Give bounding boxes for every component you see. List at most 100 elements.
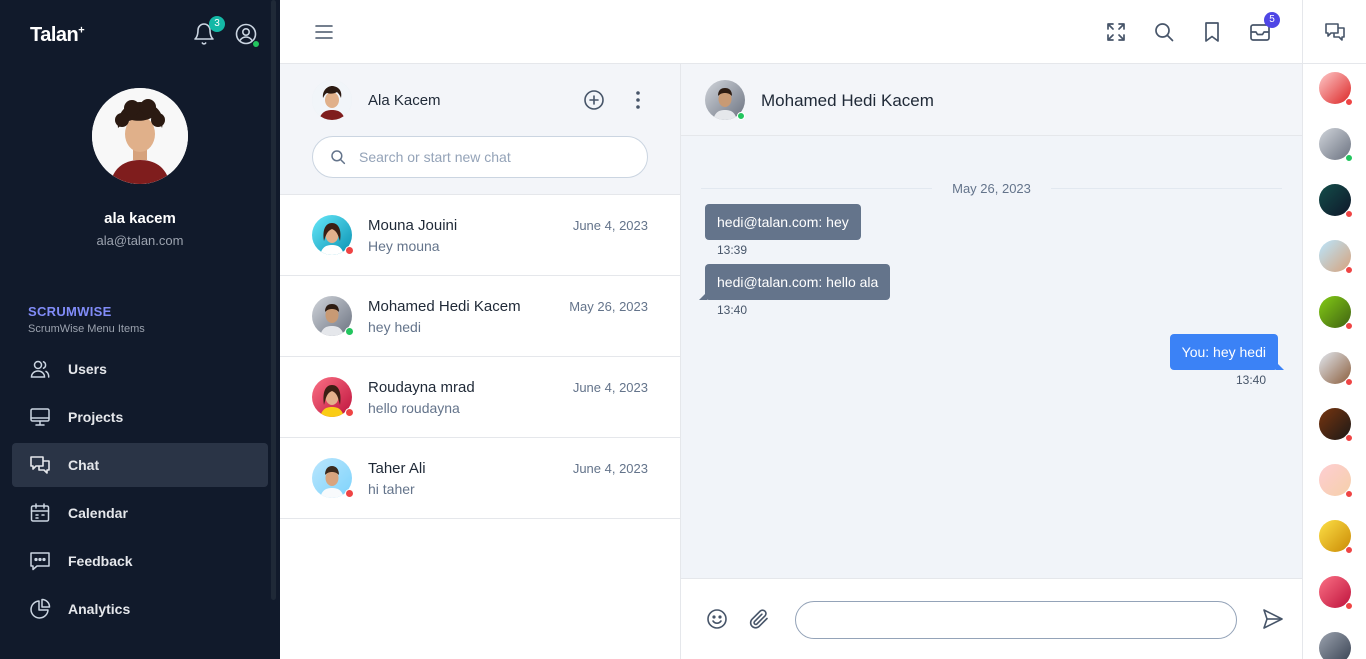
sidebar-item-label: Analytics <box>68 601 131 617</box>
profile-avatar[interactable] <box>92 88 188 184</box>
message-composer <box>681 578 1302 659</box>
menu-icon[interactable] <box>312 20 336 44</box>
conversation-last-message: hey hedi <box>368 319 421 335</box>
bookmark-icon[interactable] <box>1200 20 1224 44</box>
conversation-name: Roudayna mrad <box>368 379 475 396</box>
chat-list-panel: Ala Kacem Mouna Jouini June 4, 2023 Hey … <box>280 64 681 659</box>
online-status-dot <box>252 40 260 48</box>
sidebar-item-label: Feedback <box>68 553 133 569</box>
profile-email: ala@talan.com <box>96 233 184 248</box>
my-photo <box>312 80 352 120</box>
offline-status-dot <box>1345 602 1353 610</box>
chat-icon[interactable] <box>1323 20 1347 44</box>
send-icon[interactable] <box>1261 607 1285 631</box>
rail-contact-avatar[interactable] <box>1319 632 1351 659</box>
rail-contact-avatar[interactable] <box>1319 72 1353 106</box>
incoming-message: hedi@talan.com: hey <box>705 204 861 240</box>
rail-contact-avatar[interactable] <box>1319 240 1353 274</box>
conversation-date: June 4, 2023 <box>572 461 648 476</box>
conversation-date: June 4, 2023 <box>572 380 648 395</box>
message-input[interactable] <box>795 601 1237 639</box>
offline-status-dot <box>1345 98 1353 106</box>
sidebar-item-label: Calendar <box>68 505 128 521</box>
contacts-rail <box>1302 0 1366 659</box>
menu-section-subtitle: ScrumWise Menu Items <box>28 323 145 335</box>
offline-status-dot <box>345 408 354 417</box>
sidebar-item-chat[interactable]: Chat <box>12 443 268 487</box>
conversation-item-mohamed-hedi[interactable]: Mohamed Hedi Kacem May 26, 2023 hey hedi <box>280 276 680 357</box>
conversation-last-message: hi taher <box>368 481 415 497</box>
my-avatar[interactable] <box>312 80 352 120</box>
search-icon[interactable] <box>1152 20 1176 44</box>
sidebar-item-feedback[interactable]: Feedback <box>12 539 268 583</box>
rail-contact-avatar[interactable] <box>1319 576 1353 610</box>
menu-section-title: SCRUMWISE <box>28 304 112 319</box>
rail-contact-avatar[interactable] <box>1319 520 1353 554</box>
fullscreen-icon[interactable] <box>1104 20 1128 44</box>
sidebar-scrollbar[interactable] <box>271 0 276 600</box>
rail-contact-avatar[interactable] <box>1319 352 1353 386</box>
search-icon <box>331 150 346 165</box>
contact-avatar[interactable] <box>705 80 745 120</box>
sidebar-item-projects[interactable]: Projects <box>12 395 268 439</box>
chat-icon <box>30 456 50 474</box>
sidebar-item-label: Users <box>68 361 107 377</box>
mail-count-badge: 5 <box>1264 12 1280 28</box>
users-icon <box>30 360 50 378</box>
profile-photo <box>92 88 188 184</box>
account-button[interactable] <box>234 22 260 48</box>
offline-status-dot <box>1345 434 1353 442</box>
feedback-icon <box>30 552 50 571</box>
conversation-panel: Mohamed Hedi Kacem May 26, 2023 hedi@tal… <box>681 64 1302 659</box>
profile-name: ala kacem <box>104 210 176 227</box>
offline-status-dot <box>1345 210 1353 218</box>
rail-header <box>1303 0 1366 64</box>
rail-contact-avatar[interactable] <box>1319 408 1353 442</box>
online-status-dot <box>345 327 354 336</box>
conversation-item-roudayna[interactable]: Roudayna mrad June 4, 2023 hello roudayn… <box>280 357 680 438</box>
chat-search-box[interactable] <box>312 136 648 178</box>
message-time: 13:39 <box>717 243 748 257</box>
notifications-button[interactable]: 3 <box>192 16 225 46</box>
offline-status-dot <box>345 489 354 498</box>
paperclip-icon[interactable] <box>747 607 771 631</box>
sidebar-item-calendar[interactable]: Calendar <box>12 491 268 535</box>
conversation-name: Taher Ali <box>368 460 426 477</box>
brand-mark: + <box>78 24 85 37</box>
message-time: 13:40 <box>717 303 748 317</box>
online-status-dot <box>737 112 745 120</box>
sidebar-item-users[interactable]: Users <box>12 347 268 391</box>
chat-list-actions <box>582 88 650 112</box>
new-chat-button[interactable] <box>582 88 606 112</box>
message-time: 13:40 <box>1235 373 1266 387</box>
rail-contact-avatar[interactable] <box>1319 128 1353 162</box>
pie-chart-icon <box>30 598 51 619</box>
offline-status-dot <box>345 246 354 255</box>
calendar-icon <box>30 503 50 522</box>
notification-count-badge: 3 <box>209 16 225 32</box>
emoji-icon[interactable] <box>705 607 729 631</box>
top-bar-actions: 5 <box>1104 12 1280 44</box>
date-separator: May 26, 2023 <box>701 181 1282 196</box>
offline-status-dot <box>1345 546 1353 554</box>
more-vertical-icon[interactable] <box>626 88 650 112</box>
sidebar-item-label: Chat <box>68 457 100 473</box>
conversation-item-taher[interactable]: Taher Ali June 4, 2023 hi taher <box>280 438 680 519</box>
chat-list-header: Ala Kacem <box>280 64 680 195</box>
inbox-button[interactable]: 5 <box>1248 12 1280 44</box>
rail-contact-avatar[interactable] <box>1319 464 1353 498</box>
online-status-dot <box>1345 154 1353 162</box>
rail-contact-avatar[interactable] <box>1319 296 1353 330</box>
rail-contact-avatar[interactable] <box>1319 184 1353 218</box>
sidebar-menu: Users Projects Chat Calendar Feedback An… <box>12 347 268 635</box>
brand-logo[interactable]: Talan+ <box>30 24 85 47</box>
offline-status-dot <box>1345 266 1353 274</box>
monitor-icon <box>30 408 50 426</box>
sidebar-top-icons: 3 <box>192 16 260 48</box>
top-bar: 5 <box>280 0 1302 64</box>
sidebar-item-analytics[interactable]: Analytics <box>12 587 268 631</box>
contact-name: Mohamed Hedi Kacem <box>761 91 934 110</box>
conversation-item-mouna[interactable]: Mouna Jouini June 4, 2023 Hey mouna <box>280 195 680 276</box>
chat-search-input[interactable] <box>359 149 619 165</box>
conversation-name: Mohamed Hedi Kacem <box>368 298 521 315</box>
